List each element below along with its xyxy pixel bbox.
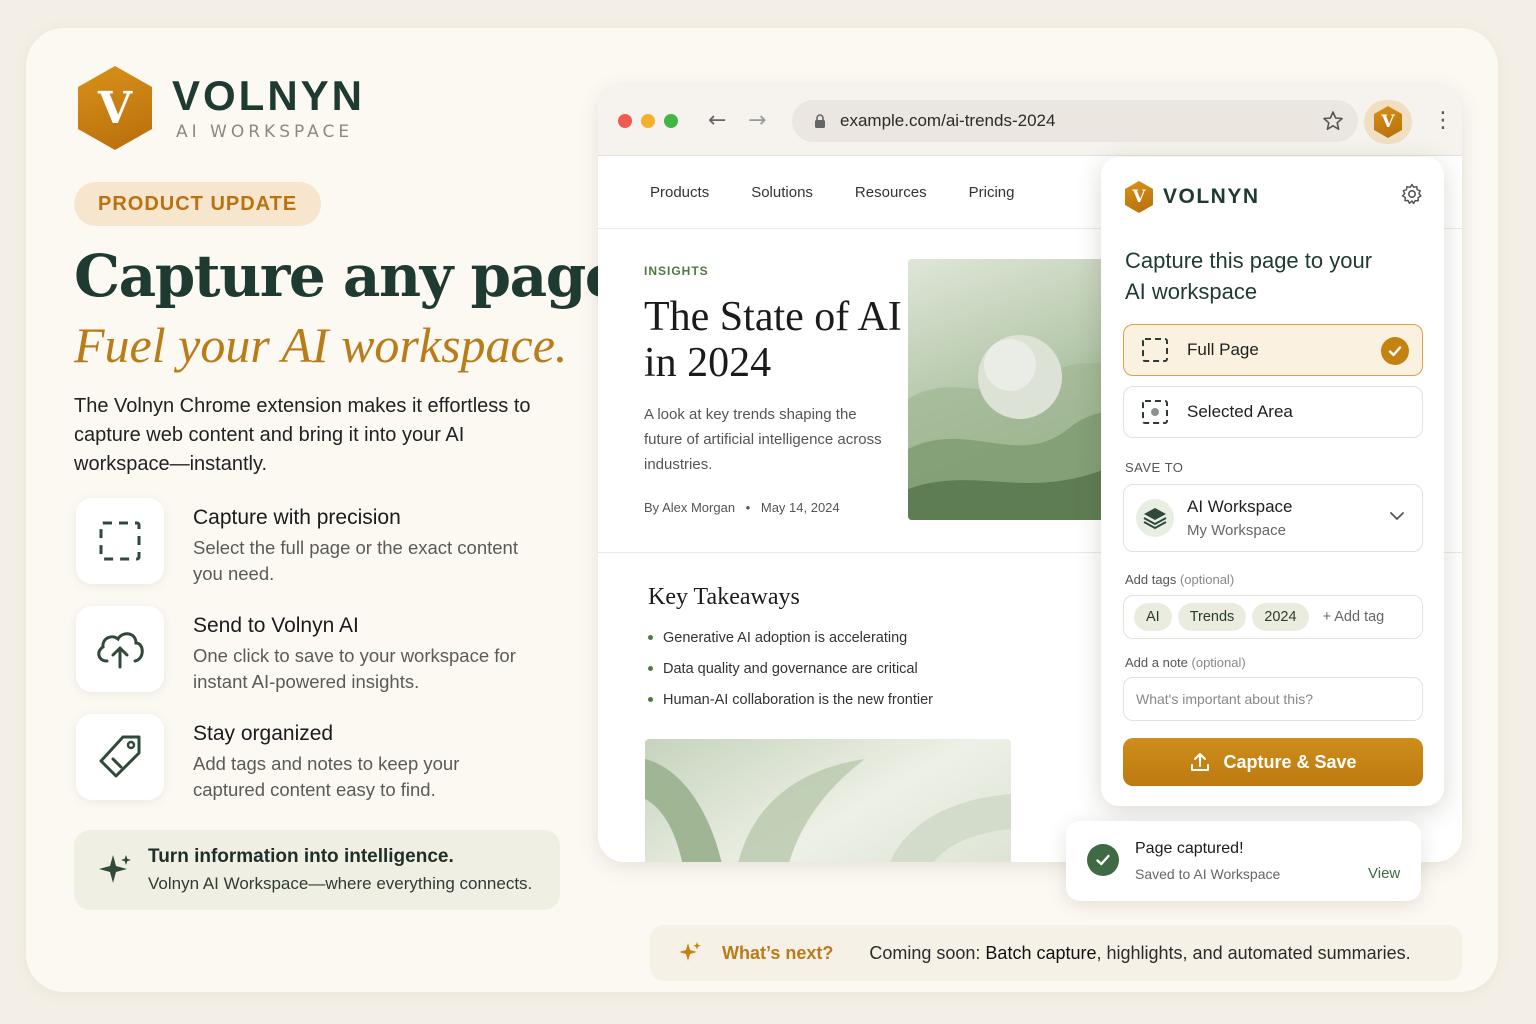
lock-icon (815, 114, 825, 128)
tag-icon (76, 714, 164, 800)
article-date: May 14, 2024 (760, 500, 840, 515)
back-arrow-icon[interactable]: ← (708, 108, 726, 133)
sparkle-icon (679, 942, 701, 961)
list-item: Generative AI adoption is accelerating (648, 622, 933, 653)
close-window-button[interactable] (618, 114, 632, 128)
browser-toolbar: ← → example.com/ai-trends-2024 V ⋮ (598, 86, 1462, 156)
workspace-subtitle: My Workspace (1187, 522, 1286, 539)
article-author: By Alex Morgan (644, 500, 736, 515)
save-to-label: SAVE TO (1125, 460, 1184, 475)
add-tag-button[interactable]: + Add tag (1323, 609, 1385, 625)
feature-description: One click to save to your workspace for … (193, 645, 516, 692)
chevron-down-icon (1390, 512, 1404, 521)
volnyn-logo-icon: V (1374, 106, 1402, 138)
popup-title: Capture this page to your AI workspace (1125, 248, 1373, 304)
nav-link-solutions[interactable]: Solutions (751, 184, 813, 201)
article-byline: By Alex Morgan • May 14, 2024 (644, 500, 840, 515)
article-secondary-image (645, 739, 1011, 862)
list-item: Human-AI collaboration is the new fronti… (648, 684, 933, 715)
feature-title: Send to Volnyn AI (193, 614, 359, 637)
logo-mark-icon: V (78, 66, 152, 150)
maximize-window-button[interactable] (664, 114, 678, 128)
capture-option-selected-area[interactable]: Selected Area (1123, 386, 1423, 438)
sparkle-icon (99, 855, 131, 883)
note-label: Add a note (optional) (1125, 655, 1246, 670)
banner-subtitle: Volnyn AI Workspace—where everything con… (148, 874, 533, 893)
toast-view-link[interactable]: View (1368, 865, 1400, 882)
upload-icon (1191, 753, 1210, 771)
workspace-select[interactable]: AI Workspace My Workspace (1123, 484, 1423, 552)
option-label: Full Page (1187, 340, 1259, 359)
tags-label: Add tags (optional) (1125, 572, 1235, 587)
banner-title: Turn information into intelligence. (148, 846, 454, 867)
more-options-icon[interactable]: ⋮ (1432, 108, 1454, 133)
nav-link-resources[interactable]: Resources (855, 184, 927, 201)
article-hero-image (908, 259, 1118, 520)
tag-chip[interactable]: Trends (1177, 603, 1247, 631)
headline-secondary: Fuel your AI workspace. (74, 317, 568, 373)
brand-subtitle: AI WORKSPACE (176, 122, 354, 142)
feature-organize: Stay organized Add tags and notes to kee… (76, 714, 533, 803)
capture-toast: Page captured! Saved to AI Workspace Vie… (1066, 821, 1421, 901)
popup-header: V VOLNYN (1125, 181, 1260, 213)
capture-option-full-page[interactable]: Full Page (1123, 324, 1423, 376)
capture-save-label: Capture & Save (1223, 751, 1357, 772)
layers-icon (1136, 499, 1174, 537)
workspace-name: AI Workspace (1187, 497, 1293, 516)
minimize-window-button[interactable] (641, 114, 655, 128)
capture-save-button[interactable]: Capture & Save (1123, 738, 1423, 786)
volnyn-logo-icon: V (1125, 181, 1153, 213)
address-bar[interactable]: example.com/ai-trends-2024 (792, 100, 1358, 142)
success-check-icon (1087, 844, 1119, 876)
nav-link-products[interactable]: Products (650, 184, 709, 201)
site-navigation: Products Solutions Resources Pricing (650, 184, 1014, 201)
nav-link-pricing[interactable]: Pricing (969, 184, 1015, 201)
takeaways-heading: Key Takeaways (648, 584, 800, 610)
toast-subtitle: Saved to AI Workspace (1135, 866, 1281, 882)
full-page-frame-icon (1142, 338, 1168, 362)
whats-next-text: Coming soon: Batch capture, highlights, … (869, 942, 1411, 963)
feature-send: Send to Volnyn AI One click to save to y… (76, 606, 533, 695)
url-text: example.com/ai-trends-2024 (840, 111, 1056, 130)
dashed-frame-icon (76, 498, 164, 584)
whats-next-bar: What’s next? Coming soon: Batch capture,… (650, 925, 1462, 981)
brand-name: VOLNYN (172, 72, 366, 119)
tag-chip[interactable]: 2024 (1252, 603, 1309, 631)
popup-brand-name: VOLNYN (1163, 185, 1260, 208)
intelligence-banner: Turn information into intelligence. Voln… (74, 830, 560, 910)
intro-text: The Volnyn Chrome extension makes it eff… (74, 395, 531, 475)
article-title: The State of AI in 2024 (644, 294, 902, 386)
settings-gear-icon[interactable] (1401, 183, 1423, 205)
feature-description: Add tags and notes to keep your captured… (193, 753, 460, 800)
tags-field[interactable]: AI Trends 2024 + Add tag (1123, 595, 1423, 639)
forward-arrow-icon[interactable]: → (748, 108, 766, 133)
whats-next-title: What’s next? (722, 942, 834, 963)
product-update-badge: PRODUCT UPDATE (74, 182, 322, 226)
list-item: Data quality and governance are critical (648, 653, 933, 684)
toast-title: Page captured! (1135, 840, 1244, 857)
article-dek: A look at key trends shaping the future … (644, 406, 882, 473)
brand-logo: V VOLNYN AI WORKSPACE (78, 66, 365, 150)
selected-area-icon (1142, 400, 1168, 424)
takeaways-list: Generative AI adoption is accelerating D… (648, 622, 933, 715)
option-label: Selected Area (1187, 402, 1293, 421)
cloud-upload-icon (76, 606, 164, 692)
headline-primary: Capture any page. (74, 242, 640, 310)
volnyn-extension-button[interactable]: V (1364, 100, 1412, 144)
article-kicker: INSIGHTS (644, 264, 709, 278)
tag-chip[interactable]: AI (1134, 603, 1172, 631)
feature-capture: Capture with precision Select the full p… (76, 498, 533, 587)
feature-description: Select the full page or the exact conten… (193, 537, 518, 584)
extension-popup: V VOLNYN Capture this page to your AI wo… (1101, 157, 1444, 806)
bookmark-star-icon[interactable] (1322, 110, 1344, 132)
feature-title: Stay organized (193, 722, 334, 745)
note-input[interactable] (1123, 677, 1423, 721)
feature-title: Capture with precision (193, 506, 401, 529)
checkmark-icon (1381, 337, 1409, 365)
